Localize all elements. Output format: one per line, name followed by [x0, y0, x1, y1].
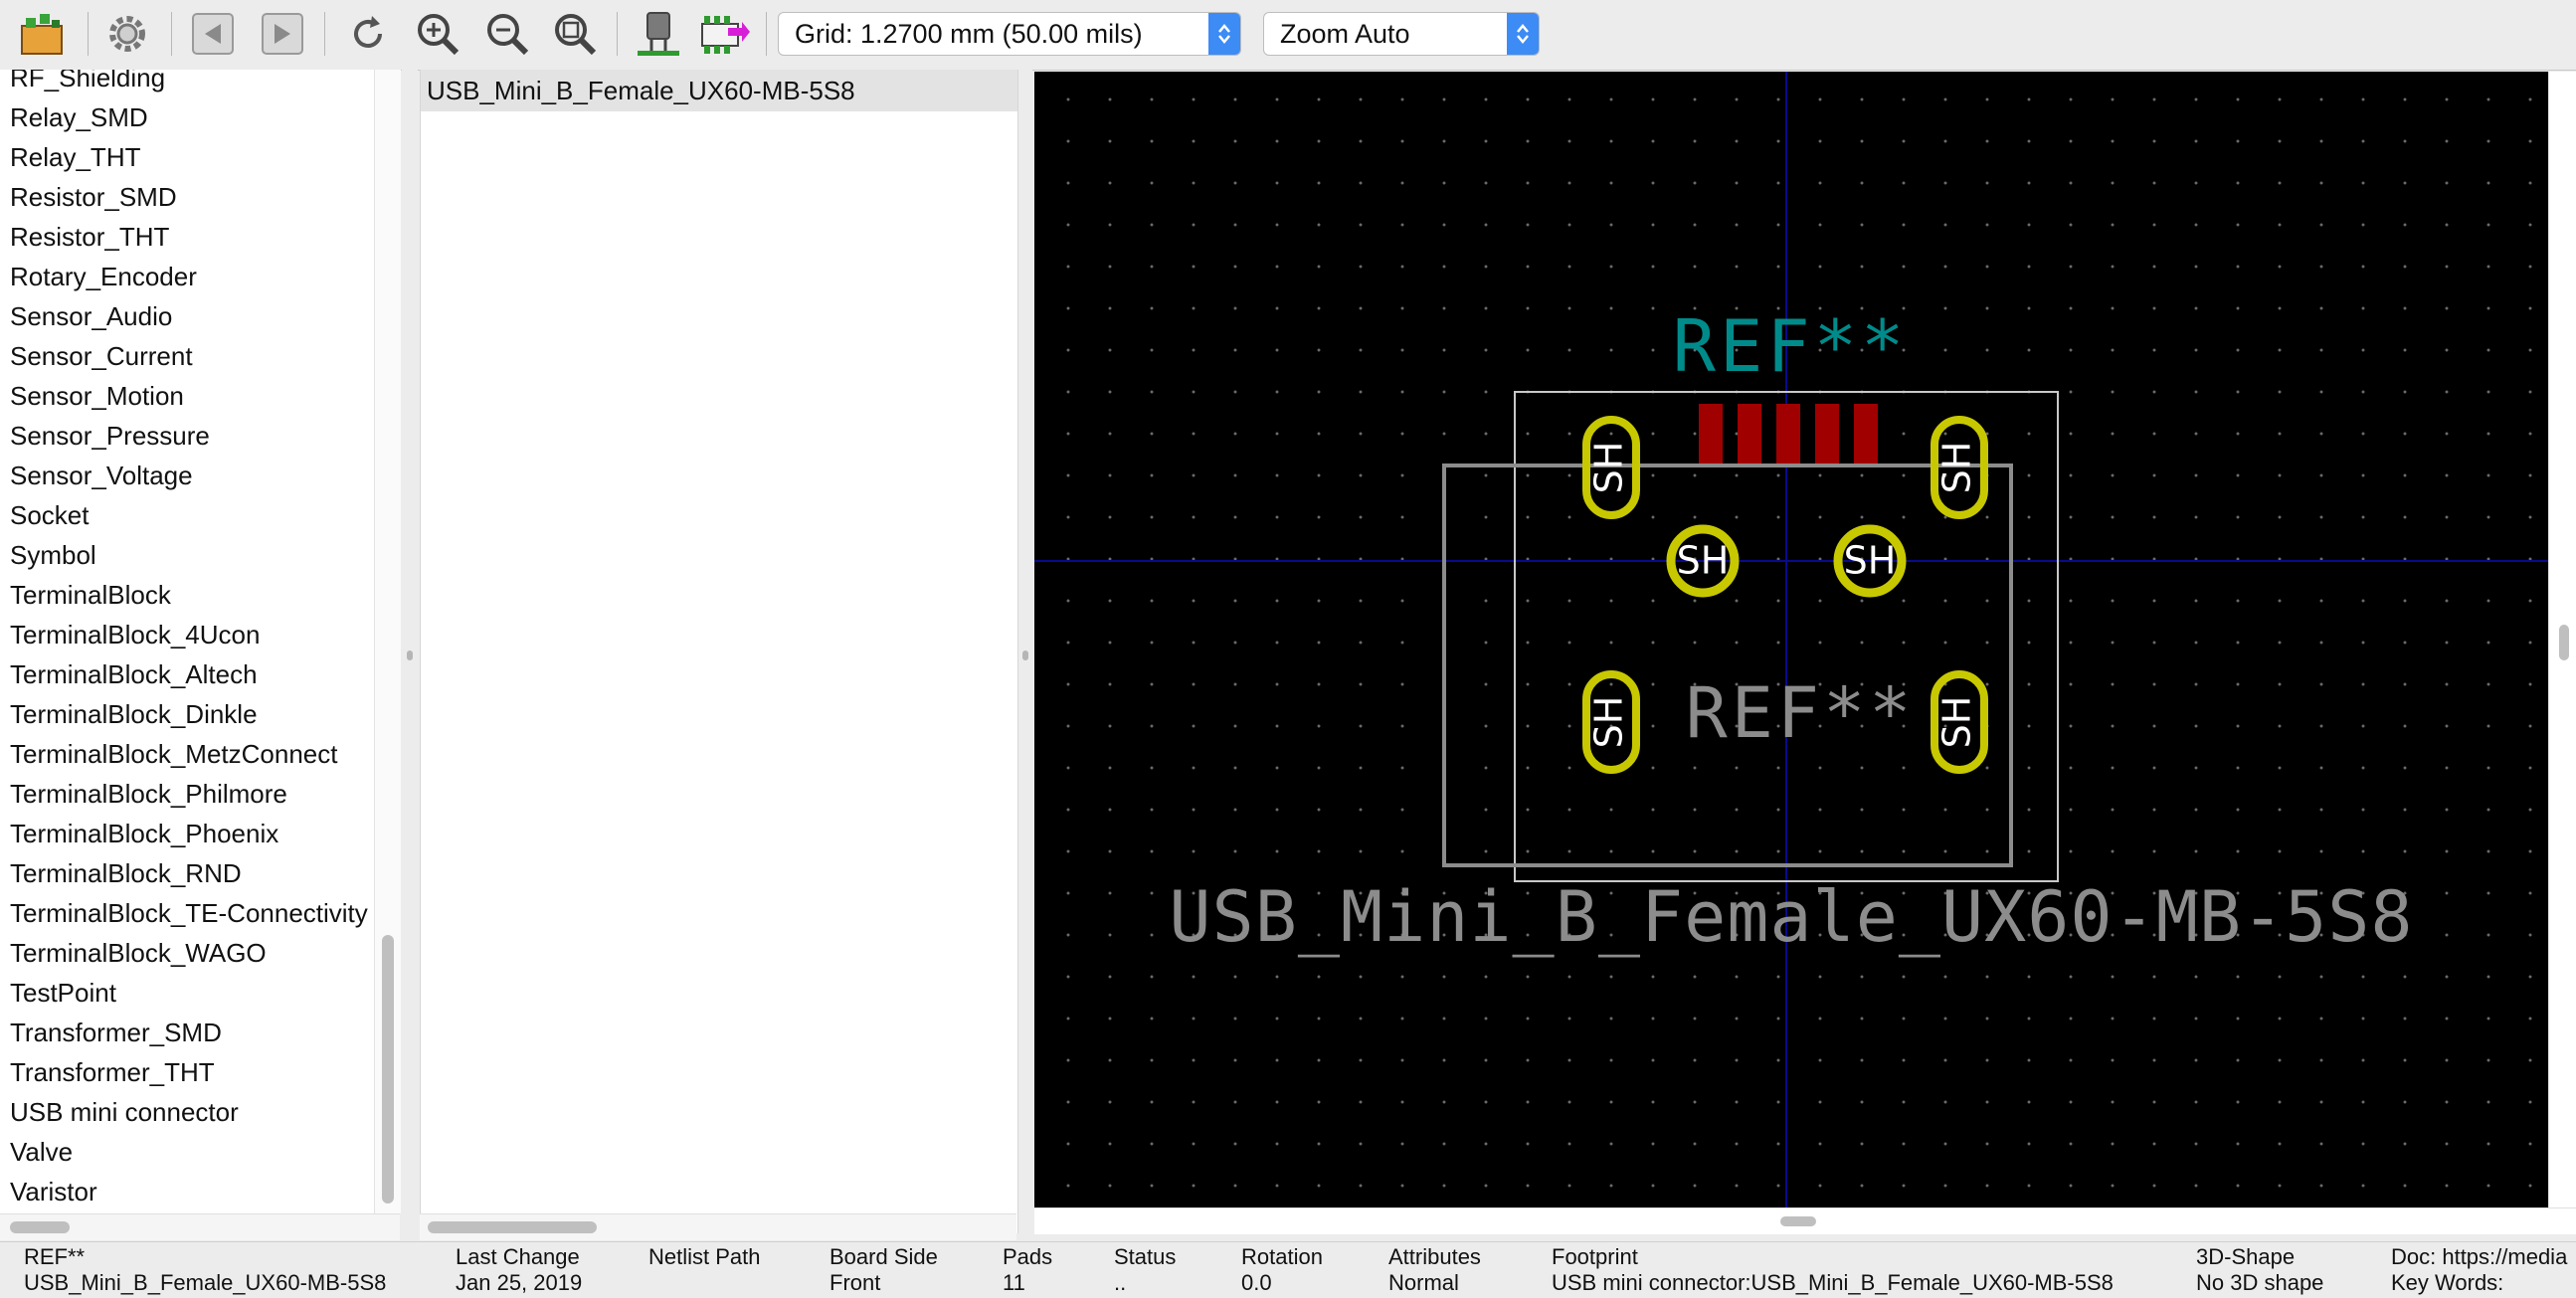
footprint-hscrollbar[interactable] [420, 1213, 1016, 1240]
back-arrow-icon[interactable] [185, 8, 241, 60]
refresh-icon[interactable] [340, 8, 396, 60]
fab-outline [1442, 464, 2013, 867]
list-item[interactable]: Transformer_THT [10, 1052, 215, 1092]
list-item[interactable]: TerminalBlock_Dinkle [10, 694, 258, 734]
list-item[interactable]: Varistor [10, 1172, 97, 1211]
zoom-fit-icon[interactable] [547, 8, 603, 60]
list-item[interactable]: Sensor_Current [10, 336, 193, 376]
forward-arrow-icon[interactable] [255, 8, 310, 60]
reference-fab-text: REF** [1685, 672, 1916, 754]
list-item[interactable]: RF_Shielding [10, 70, 165, 97]
library-list[interactable]: RF_Shielding Relay_SMD Relay_THT Resisto… [0, 70, 378, 1213]
status-field-last-change: Last Change Jan 25, 2019 [456, 1244, 583, 1295]
status-field-netlist-path: Netlist Path [648, 1244, 761, 1269]
status-field-3d-shape: 3D-Shape No 3D shape [2196, 1244, 2324, 1295]
list-item[interactable]: TerminalBlock_RND [10, 853, 242, 893]
list-item[interactable]: TerminalBlock_Phoenix [10, 814, 278, 853]
grid-select[interactable]: Grid: 1.2700 mm (50.00 mils) [778, 12, 1241, 56]
shield-pad: SH [1833, 524, 1907, 598]
list-item[interactable]: TerminalBlock_4Ucon [10, 615, 260, 654]
list-item[interactable]: Symbol [10, 535, 96, 575]
list-item[interactable]: Sensor_Pressure [10, 416, 210, 456]
load-library-icon[interactable] [14, 8, 70, 60]
list-item[interactable]: Relay_THT [10, 137, 140, 177]
footprint-hscroll-thumb[interactable] [428, 1221, 597, 1233]
canvas-vscroll-thumb[interactable] [2559, 625, 2569, 660]
footprint-list[interactable]: USB_Mini_B_Female_UX60-MB-5S8 [420, 70, 1018, 1233]
grid-select-value: Grid: 1.2700 mm (50.00 mils) [795, 19, 1143, 49]
library-scroll-thumb[interactable] [382, 935, 394, 1204]
canvas-hscroll-thumb[interactable] [1780, 1216, 1816, 1226]
list-item[interactable]: USB mini connector [10, 1092, 239, 1132]
library-hscrollbar[interactable] [0, 1213, 400, 1240]
smd-pad [1738, 404, 1761, 464]
smd-pad [1776, 404, 1800, 464]
chevron-updown-icon [1507, 13, 1539, 55]
status-field-pads: Pads 11 [1003, 1244, 1053, 1295]
toolbar: Grid: 1.2700 mm (50.00 mils) Zoom Auto [0, 0, 2576, 71]
status-field-status: Status.. [1114, 1244, 1177, 1295]
svg-text:SH: SH [1935, 442, 1979, 494]
shield-pad: SH [1931, 416, 1988, 519]
list-item[interactable]: Sensor_Motion [10, 376, 184, 416]
splitter-right[interactable] [1018, 70, 1032, 1239]
list-item[interactable]: TerminalBlock_TE-Connectivity [10, 893, 368, 933]
list-item[interactable]: TerminalBlock_WAGO [10, 933, 267, 973]
list-item[interactable]: USB_Mini_B_Female_UX60-MB-5S8 [421, 70, 1017, 111]
shield-pad: SH [1666, 524, 1740, 598]
chevron-updown-icon [1208, 13, 1240, 55]
zoom-out-icon[interactable] [479, 8, 535, 60]
smd-pad [1854, 404, 1878, 464]
list-item[interactable]: TerminalBlock_MetzConnect [10, 734, 337, 774]
list-item[interactable]: Valve [10, 1132, 73, 1172]
list-item[interactable]: Transformer_SMD [10, 1013, 222, 1052]
status-field-doc: Doc: https://media Key Words: [2391, 1244, 2568, 1295]
list-item[interactable]: TerminalBlock_Altech [10, 654, 258, 694]
status-field-attributes: Attributes Normal [1388, 1244, 1481, 1295]
status-field-footprint: Footprint USB mini connector:USB_Mini_B_F… [1552, 1244, 2114, 1295]
list-item[interactable]: Sensor_Voltage [10, 456, 193, 495]
status-field-ref: REF** USB_Mini_B_Female_UX60-MB-5S8 [24, 1244, 387, 1295]
status-field-rotation: Rotation 0.0 [1241, 1244, 1323, 1295]
zoom-select-value: Zoom Auto [1280, 19, 1410, 49]
svg-text:SH: SH [1587, 442, 1631, 494]
list-item[interactable]: TerminalBlock_Philmore [10, 774, 287, 814]
status-bar: REF** USB_Mini_B_Female_UX60-MB-5S8 Last … [0, 1241, 2576, 1298]
list-item[interactable]: Resistor_THT [10, 217, 169, 257]
canvas-hscrollbar[interactable] [1034, 1207, 2576, 1234]
shield-pad: SH [1582, 416, 1640, 519]
smd-pad [1815, 404, 1839, 464]
list-item[interactable]: Sensor_Audio [10, 296, 172, 336]
list-item[interactable]: Resistor_SMD [10, 177, 177, 217]
smd-pad [1699, 404, 1723, 464]
insert-footprint-icon[interactable] [696, 8, 752, 60]
3d-viewer-icon[interactable] [631, 8, 686, 60]
zoom-in-icon[interactable] [410, 8, 465, 60]
zoom-select[interactable]: Zoom Auto [1263, 12, 1540, 56]
canvas-vscrollbar[interactable] [2548, 72, 2576, 1207]
settings-icon[interactable] [99, 8, 155, 60]
list-item[interactable]: Rotary_Encoder [10, 257, 197, 296]
svg-text:SH: SH [1587, 696, 1631, 749]
svg-text:SH: SH [1677, 539, 1730, 583]
list-item[interactable]: Socket [10, 495, 90, 535]
svg-text:SH: SH [1844, 539, 1897, 583]
splitter-left[interactable] [402, 70, 418, 1239]
reference-silk-text: REF** [1672, 304, 1909, 388]
list-item[interactable]: Relay_SMD [10, 97, 148, 137]
library-hscroll-thumb[interactable] [10, 1221, 70, 1233]
list-item[interactable]: TerminalBlock [10, 575, 171, 615]
footprint-preview-canvas[interactable]: SH SH SH SH SH SH REF** REF** USB_Mini_B… [1034, 72, 2548, 1207]
list-item[interactable]: TestPoint [10, 973, 116, 1013]
footprint-value-text: USB_Mini_B_Female_UX60-MB-5S8 [1169, 876, 2414, 958]
status-field-board-side: Board Side Front [829, 1244, 938, 1295]
library-scrollbar[interactable] [374, 70, 401, 1213]
shield-pad: SH [1582, 670, 1640, 774]
